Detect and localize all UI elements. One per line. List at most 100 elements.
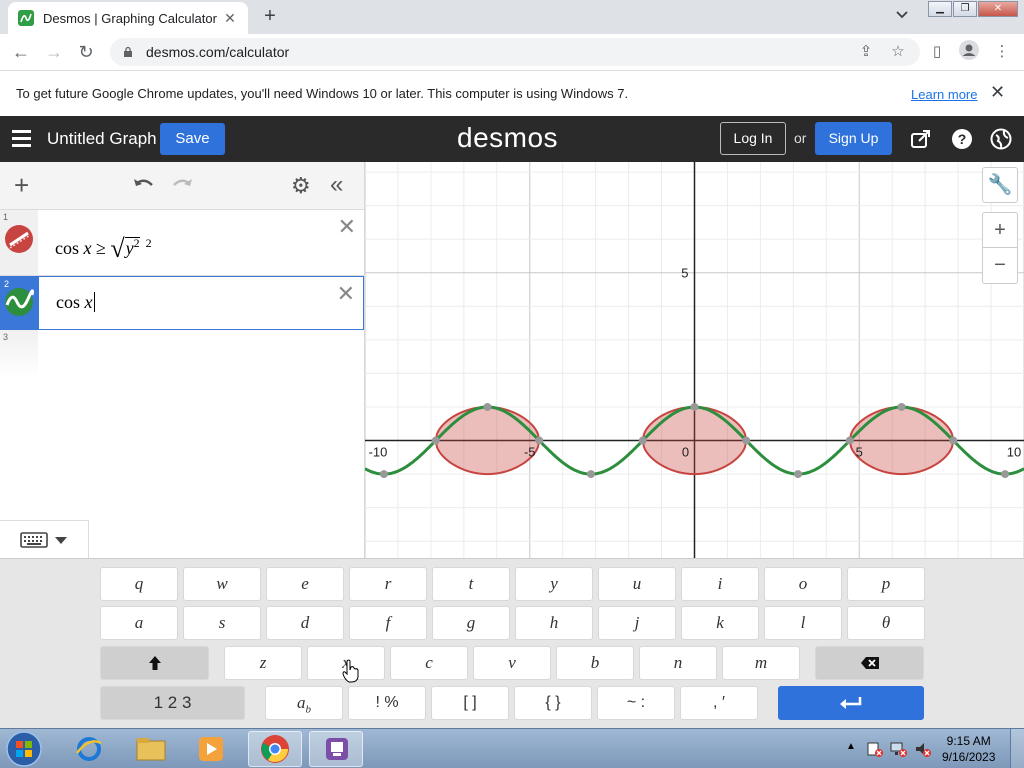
key-k[interactable]: k [681,606,759,640]
login-button[interactable]: Log In [720,122,786,155]
braces-key[interactable]: { } [514,686,592,720]
key-z[interactable]: z [224,646,302,680]
key-u[interactable]: u [598,567,676,601]
action-center-icon[interactable] [866,740,884,758]
point-of-interest [586,470,595,479]
delete-expression-icon[interactable]: ✕ [338,214,356,240]
tilde-key[interactable]: ~ : [597,686,675,720]
zoom-out-icon[interactable]: − [982,248,1018,284]
shift-key[interactable] [100,646,209,680]
key-r[interactable]: r [349,567,427,601]
add-item-icon[interactable]: + [14,170,29,201]
tab-desmos[interactable]: Desmos | Graphing Calculator ✕ [8,2,248,34]
key-s[interactable]: s [183,606,261,640]
expression-gutter: 1 [0,210,38,275]
key-y[interactable]: y [515,567,593,601]
key-d[interactable]: d [266,606,344,640]
expression-row-1[interactable]: 1 cos x ≥ √y2 2 ✕ [0,210,364,276]
numbers-key[interactable]: 1 2 3 [100,686,245,720]
new-tab-button[interactable]: + [258,5,282,29]
app-taskbar-icon[interactable] [309,731,363,767]
share-graph-icon[interactable] [910,128,932,150]
key-h[interactable]: h [515,606,593,640]
key-o[interactable]: o [764,567,842,601]
key-e[interactable]: e [266,567,344,601]
expression-row-2[interactable]: 2 cos x ✕ [0,276,364,330]
inequality-region [848,405,955,476]
key-v[interactable]: v [473,646,551,680]
key-m[interactable]: m [722,646,800,680]
expression-row-3[interactable]: 3 [0,330,364,378]
menu-kebab-icon[interactable]: ⋮ [990,40,1014,64]
collapse-panel-icon[interactable]: « [330,171,343,199]
expression-math[interactable]: cos x ≥ √y2 2 [55,234,152,264]
forward-icon[interactable]: → [42,40,66,64]
signup-button[interactable]: Sign Up [815,122,892,155]
key-a[interactable]: a [100,606,178,640]
tab-title: Desmos | Graphing Calculator [43,10,217,26]
settings-gear-icon[interactable]: ⚙ [291,173,311,199]
help-icon[interactable]: ? [951,128,973,150]
share-icon[interactable]: ⇪ [854,40,878,64]
expression-number: 3 [3,332,9,342]
address-bar[interactable]: desmos.com/calculator [110,38,920,66]
undo-icon[interactable] [133,176,155,192]
system-clock[interactable]: 9:15 AM 9/16/2023 [942,733,995,765]
key-n[interactable]: n [639,646,717,680]
key-i[interactable]: i [681,567,759,601]
inequality-color-icon[interactable] [4,224,34,254]
profile-icon[interactable] [957,40,981,64]
show-hidden-icons-icon[interactable]: ▲ [846,741,856,752]
expression-math-active[interactable]: cos x [56,292,95,313]
key-f[interactable]: f [349,606,427,640]
reload-icon[interactable]: ↻ [74,40,98,64]
bookmark-star-icon[interactable]: ☆ [886,40,910,64]
back-icon[interactable]: ← [9,40,33,64]
volume-muted-icon[interactable] [914,740,932,758]
or-text: or [794,130,807,146]
restore-window-icon[interactable]: ❐ [953,1,977,17]
start-button-icon[interactable] [4,730,44,768]
key-p[interactable]: p [847,567,925,601]
media-player-icon[interactable] [184,731,238,767]
key-q[interactable]: q [100,567,178,601]
file-explorer-icon[interactable] [124,731,178,767]
comma-key[interactable]: , ′ [680,686,758,720]
brackets-key[interactable]: [ ] [431,686,509,720]
key-theta[interactable]: θ [847,606,925,640]
graph-title[interactable]: Untitled Graph [47,129,157,149]
show-desktop-button[interactable] [1010,729,1024,768]
side-panel-icon[interactable]: ▯ [925,40,949,64]
enter-key[interactable] [778,686,924,720]
hamburger-menu-icon[interactable] [12,130,31,147]
key-w[interactable]: w [183,567,261,601]
key-b[interactable]: b [556,646,634,680]
backspace-key[interactable] [815,646,924,680]
graph-paper[interactable]: -10 -5 0 5 10 5 [365,162,1024,558]
tab-search-icon[interactable] [896,8,908,22]
infobar-close-icon[interactable]: ✕ [990,82,1005,103]
zoom-in-icon[interactable]: + [982,212,1018,248]
close-window-icon[interactable]: ✕ [978,1,1018,17]
key-l[interactable]: l [764,606,842,640]
key-g[interactable]: g [432,606,510,640]
graph-settings-wrench-icon[interactable]: 🔧 [982,167,1018,203]
delete-expression-icon[interactable]: ✕ [337,281,355,307]
graph-canvas[interactable]: -10 -5 0 5 10 5 [365,162,1024,558]
key-j[interactable]: j [598,606,676,640]
key-c[interactable]: c [390,646,468,680]
keyboard-toggle-button[interactable] [0,520,89,558]
minimize-window-icon[interactable]: ▁ [928,1,952,17]
subscript-key[interactable]: ab [265,686,343,720]
save-button[interactable]: Save [160,123,225,155]
network-icon[interactable] [890,740,908,758]
redo-icon[interactable] [171,176,193,192]
key-t[interactable]: t [432,567,510,601]
curve-color-icon[interactable] [4,287,34,317]
internet-explorer-icon[interactable] [62,731,116,767]
language-globe-icon[interactable] [990,128,1012,150]
chrome-taskbar-icon[interactable] [248,731,302,767]
tab-close-icon[interactable]: ✕ [222,10,238,27]
learn-more-link[interactable]: Learn more [911,87,977,102]
punctuation-key[interactable]: ! % [348,686,426,720]
